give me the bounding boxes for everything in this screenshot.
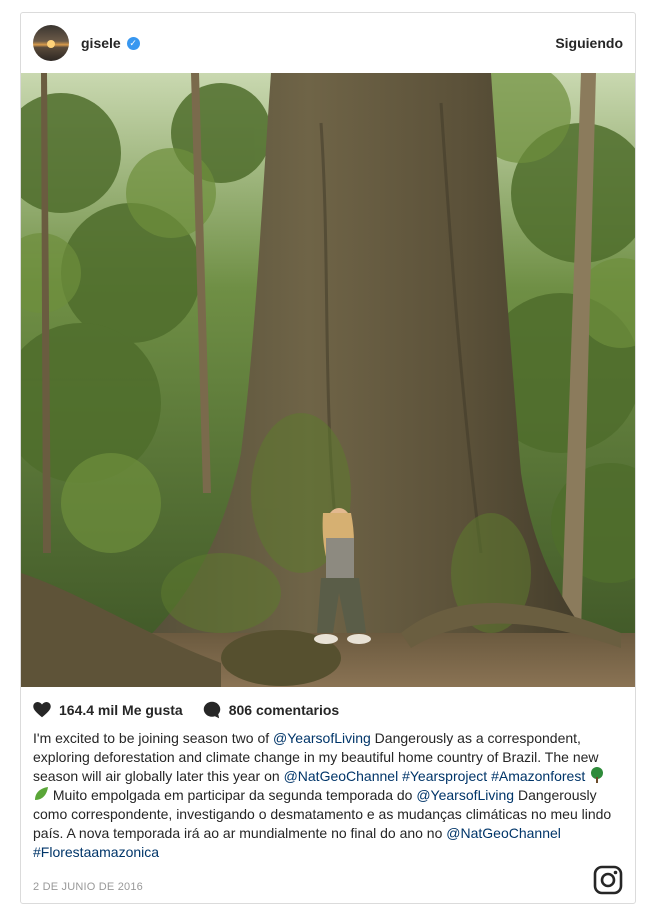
username[interactable]: gisele bbox=[81, 35, 121, 51]
hashtag-link[interactable]: #Florestaamazonica bbox=[33, 844, 159, 860]
leaf-icon bbox=[35, 787, 48, 800]
verified-badge-icon: ✓ bbox=[126, 36, 140, 50]
mention-link[interactable]: @YearsofLiving bbox=[416, 787, 514, 803]
hashtag-link[interactable]: #Yearsproject bbox=[402, 768, 487, 784]
hashtag-link[interactable]: #Amazonforest bbox=[491, 768, 585, 784]
post-date[interactable]: 2 DE JUNIO DE 2016 bbox=[33, 881, 143, 893]
evergreen-tree-icon bbox=[591, 767, 604, 783]
avatar[interactable] bbox=[33, 25, 69, 61]
mention-link[interactable]: @NatGeoChannel bbox=[284, 768, 399, 784]
post-caption: I'm excited to be joining season two of … bbox=[21, 725, 635, 862]
post-header: gisele ✓ Siguiendo bbox=[21, 13, 635, 73]
likes-count[interactable]: 164.4 mil Me gusta bbox=[59, 702, 183, 718]
post-actions: 164.4 mil Me gusta 806 comentarios bbox=[21, 687, 635, 725]
instagram-icon[interactable] bbox=[593, 865, 623, 895]
caption-text: Muito empolgada em participar da segunda… bbox=[49, 787, 417, 803]
post-photo[interactable] bbox=[21, 73, 635, 687]
heart-icon[interactable] bbox=[33, 702, 51, 718]
instagram-embed-card: gisele ✓ Siguiendo 164.4 mil Me gusta 80… bbox=[20, 12, 636, 904]
following-button[interactable]: Siguiendo bbox=[555, 35, 623, 51]
mention-link[interactable]: @NatGeoChannel bbox=[446, 825, 561, 841]
forest-tree-image bbox=[21, 73, 635, 687]
comments-count[interactable]: 806 comentarios bbox=[229, 702, 340, 718]
caption-text: I'm excited to be joining season two of bbox=[33, 730, 274, 746]
mention-link[interactable]: @YearsofLiving bbox=[273, 730, 371, 746]
comment-icon[interactable] bbox=[203, 701, 221, 719]
